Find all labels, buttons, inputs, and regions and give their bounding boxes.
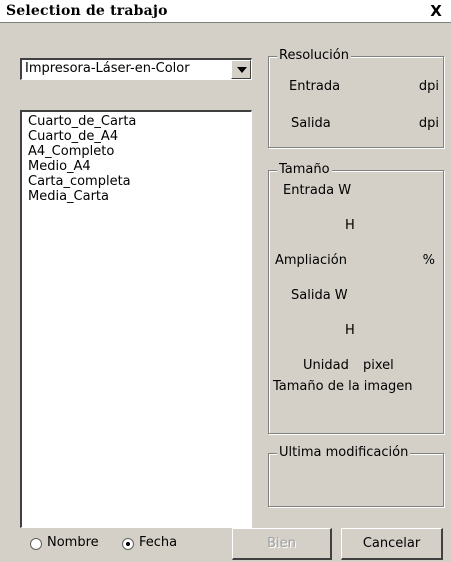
printer-dropdown[interactable]: Impresora-Láser-en-Color: [20, 58, 252, 80]
dropdown-arrow-icon[interactable]: [231, 60, 251, 79]
size-image-size-label: Tamaño de la imagen: [273, 379, 413, 394]
printer-dropdown-value: Impresora-Láser-en-Color: [25, 61, 190, 76]
last-modified-legend: Ultima modificación: [277, 445, 411, 460]
window-title: Selection de trabajo: [6, 3, 168, 19]
sort-date-radio[interactable]: [122, 538, 134, 550]
size-output-w-label: Salida W: [291, 288, 348, 303]
size-enlargement-label: Ampliación: [275, 253, 347, 268]
cancel-button[interactable]: Cancelar: [341, 528, 443, 560]
sort-date-label[interactable]: Fecha: [139, 535, 177, 550]
list-item[interactable]: Medio_A4: [28, 159, 245, 174]
list-item[interactable]: Carta_completa: [28, 174, 245, 189]
resolution-output-label: Salida: [291, 116, 331, 131]
size-enlargement-unit: %: [422, 253, 435, 268]
resolution-output-unit: dpi: [418, 116, 439, 131]
resolution-input-unit: dpi: [418, 79, 439, 94]
resolution-group: Resolución Entrada dpi Salida dpi: [268, 48, 444, 148]
list-item[interactable]: Cuarto_de_Carta: [28, 114, 245, 129]
job-list[interactable]: Cuarto_de_Carta Cuarto_de_A4 A4_Completo…: [20, 110, 252, 528]
sort-name-radio[interactable]: [30, 538, 42, 550]
size-output-h-label: H: [345, 323, 355, 338]
close-button[interactable]: X: [427, 2, 445, 20]
size-input-h-label: H: [345, 218, 355, 233]
size-legend: Tamaño: [277, 162, 332, 177]
list-item[interactable]: Media_Carta: [28, 189, 245, 204]
ok-button[interactable]: Bien: [232, 528, 332, 560]
sort-name-label[interactable]: Nombre: [47, 535, 99, 550]
last-modified-group: Ultima modificación: [268, 445, 444, 507]
resolution-input-label: Entrada: [289, 79, 341, 94]
list-item[interactable]: Cuarto_de_A4: [28, 129, 245, 144]
list-item[interactable]: A4_Completo: [28, 144, 245, 159]
resolution-legend: Resolución: [277, 48, 351, 63]
size-unit-label: Unidad: [303, 358, 349, 373]
size-unit-value: pixel: [363, 358, 394, 373]
size-input-w-label: Entrada W: [283, 183, 352, 198]
size-group: Tamaño Entrada W H Ampliación % Salida W…: [268, 162, 444, 434]
title-bar: Selection de trabajo X: [0, 0, 451, 23]
